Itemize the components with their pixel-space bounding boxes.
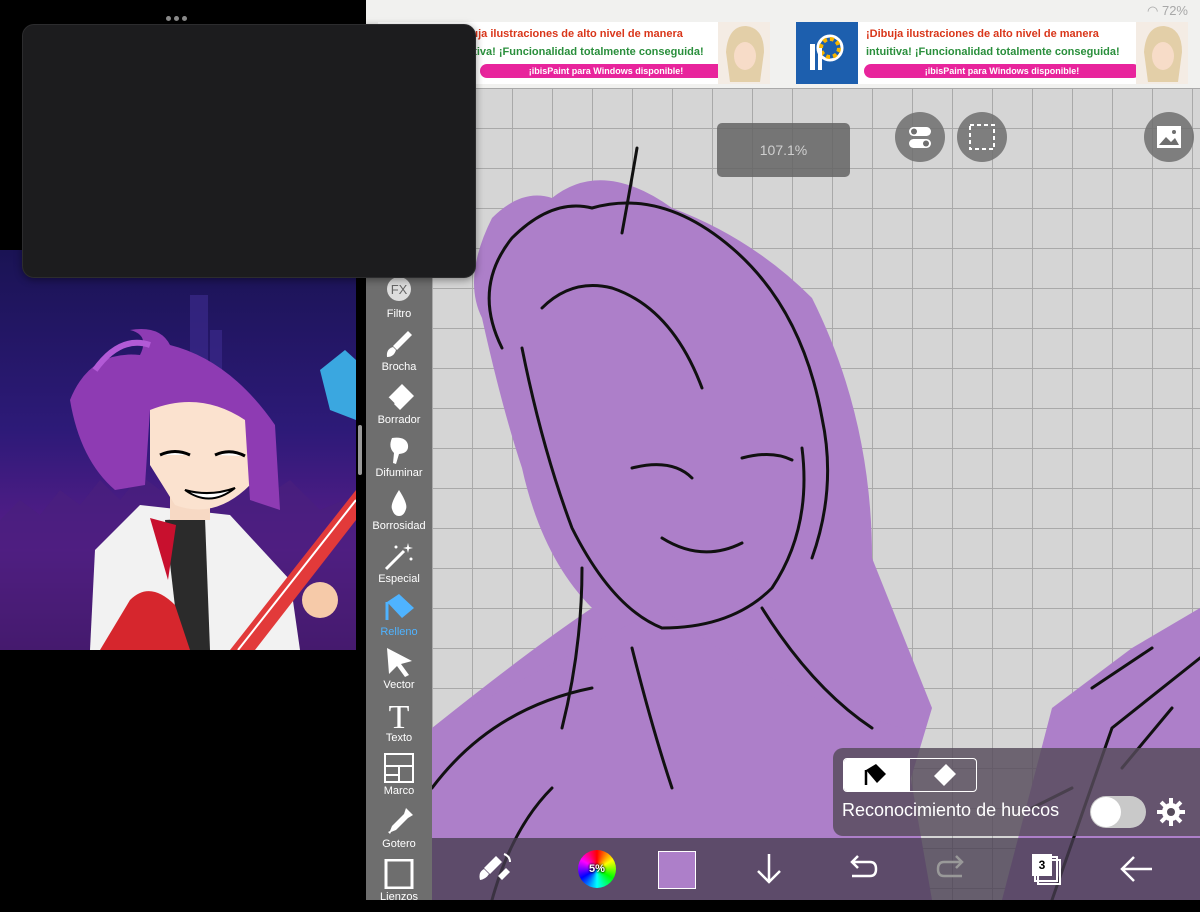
image-icon (1157, 126, 1181, 148)
tool-label: Brocha (381, 361, 417, 373)
tool-label: Lienzos (380, 891, 418, 903)
brush-size-color-wheel[interactable]: 5% (578, 850, 616, 888)
selection-marquee-icon (969, 124, 995, 150)
picture-in-picture-panel[interactable] (22, 24, 476, 278)
fx-icon: FX (387, 277, 411, 301)
tool-label: Difuminar (375, 467, 423, 479)
tool-frame[interactable]: Marco (366, 753, 432, 806)
tool-canvas[interactable]: Lienzos (366, 859, 432, 912)
fill-mode-bucket[interactable] (844, 759, 910, 791)
multitasking-handle[interactable] (166, 8, 190, 21)
tool-label: Borrador (377, 414, 421, 426)
fill-options-panel: Reconocimiento de huecos (833, 748, 1200, 836)
ad-subline: intuitiva! ¡Funcionalidad totalmente con… (450, 46, 704, 58)
tool-label: Gotero (382, 838, 416, 850)
tool-label: Marco (383, 785, 415, 797)
ibispaint-logo-icon (796, 22, 858, 84)
gap-recognition-toggle[interactable] (1090, 796, 1146, 828)
tool-fill[interactable]: Relleno (366, 594, 432, 647)
tool-text[interactable]: T Texto (366, 700, 432, 753)
tool-brush[interactable]: Brocha (366, 329, 432, 382)
tool-smudge[interactable]: Difuminar (366, 435, 432, 488)
zoom-level-indicator: 107.1% (717, 123, 850, 177)
tool-eyedropper[interactable]: Gotero (366, 806, 432, 859)
eraser-icon (387, 384, 414, 410)
tool-label: Texto (385, 732, 413, 744)
brush-eraser-swap-icon[interactable] (474, 848, 516, 890)
status-bar: ◠ 72% (1147, 3, 1188, 19)
reference-image-button[interactable] (1144, 112, 1194, 162)
layers-button[interactable]: 3 (1026, 848, 1068, 890)
toggle-settings-button[interactable] (895, 112, 945, 162)
current-color-swatch[interactable] (658, 851, 696, 889)
back-arrow-icon[interactable] (1116, 848, 1158, 890)
text-icon: T (389, 700, 410, 730)
fill-bucket-icon (864, 764, 886, 785)
layer-count: 3 (1032, 854, 1052, 876)
ad-cta-pill: ¡ibisPaint para Windows disponible! (864, 64, 1140, 78)
tool-label: Especial (378, 573, 420, 585)
bottom-toolbar: 5% 3 (432, 838, 1200, 900)
tool-vector[interactable]: Vector (366, 647, 432, 700)
wifi-icon: ◠ (1147, 3, 1159, 18)
tool-label: Vector (383, 679, 415, 691)
frame-icon (384, 753, 414, 783)
fill-mode-segmented-control[interactable] (843, 758, 977, 792)
arrow-down-icon[interactable] (748, 848, 790, 890)
gap-recognition-label: Reconocimiento de huecos (842, 800, 1060, 820)
ad-banner-2[interactable]: ¡Dibuja ilustraciones de alto nivel de m… (796, 22, 1188, 84)
special-wand-icon (384, 543, 413, 571)
canvas-icon (384, 859, 414, 889)
toggle-switches-icon (909, 127, 931, 148)
svg-text:FX: FX (391, 282, 408, 297)
selection-button[interactable] (957, 112, 1007, 162)
undo-icon[interactable] (840, 848, 882, 890)
ad-banner-bar: ¡Dibuja ilustraciones de alto nivel de m… (366, 0, 1200, 88)
brush-size-value: 5% (589, 863, 605, 875)
svg-text:T: T (389, 700, 410, 730)
ad-headline: ¡Dibuja ilustraciones de alto nivel de m… (450, 28, 683, 40)
tool-label: Borrosidad (372, 520, 426, 532)
brush-icon (386, 331, 412, 357)
ad-cta-pill: ¡ibisPaint para Windows disponible! (480, 64, 732, 78)
ad-headline: ¡Dibuja ilustraciones de alto nivel de m… (866, 28, 1099, 40)
fill-bucket-icon (385, 594, 414, 620)
smudge-icon (390, 437, 409, 464)
ad-character-portrait (718, 22, 770, 84)
tool-label: Filtro (386, 308, 412, 320)
battery-percent: 72% (1161, 3, 1188, 18)
gear-icon[interactable] (1155, 796, 1187, 828)
tool-eraser[interactable]: Borrador (366, 382, 432, 435)
fill-mode-eraser[interactable] (910, 759, 976, 791)
tool-special[interactable]: Especial (366, 541, 432, 594)
redo-icon[interactable] (932, 848, 974, 890)
split-view-divider-handle[interactable] (358, 425, 362, 475)
reference-artwork-image (0, 250, 356, 650)
blur-drop-icon (391, 490, 407, 516)
tool-filter[interactable]: FX Filtro (366, 276, 432, 329)
ad-character-portrait (1136, 22, 1188, 84)
eraser-icon (934, 764, 956, 786)
eyedropper-icon (388, 808, 413, 834)
ad-subline: intuitiva! ¡Funcionalidad totalmente con… (866, 46, 1120, 58)
tool-label: Relleno (380, 626, 418, 638)
tool-blur[interactable]: Borrosidad (366, 488, 432, 541)
vector-cursor-icon (387, 648, 412, 677)
